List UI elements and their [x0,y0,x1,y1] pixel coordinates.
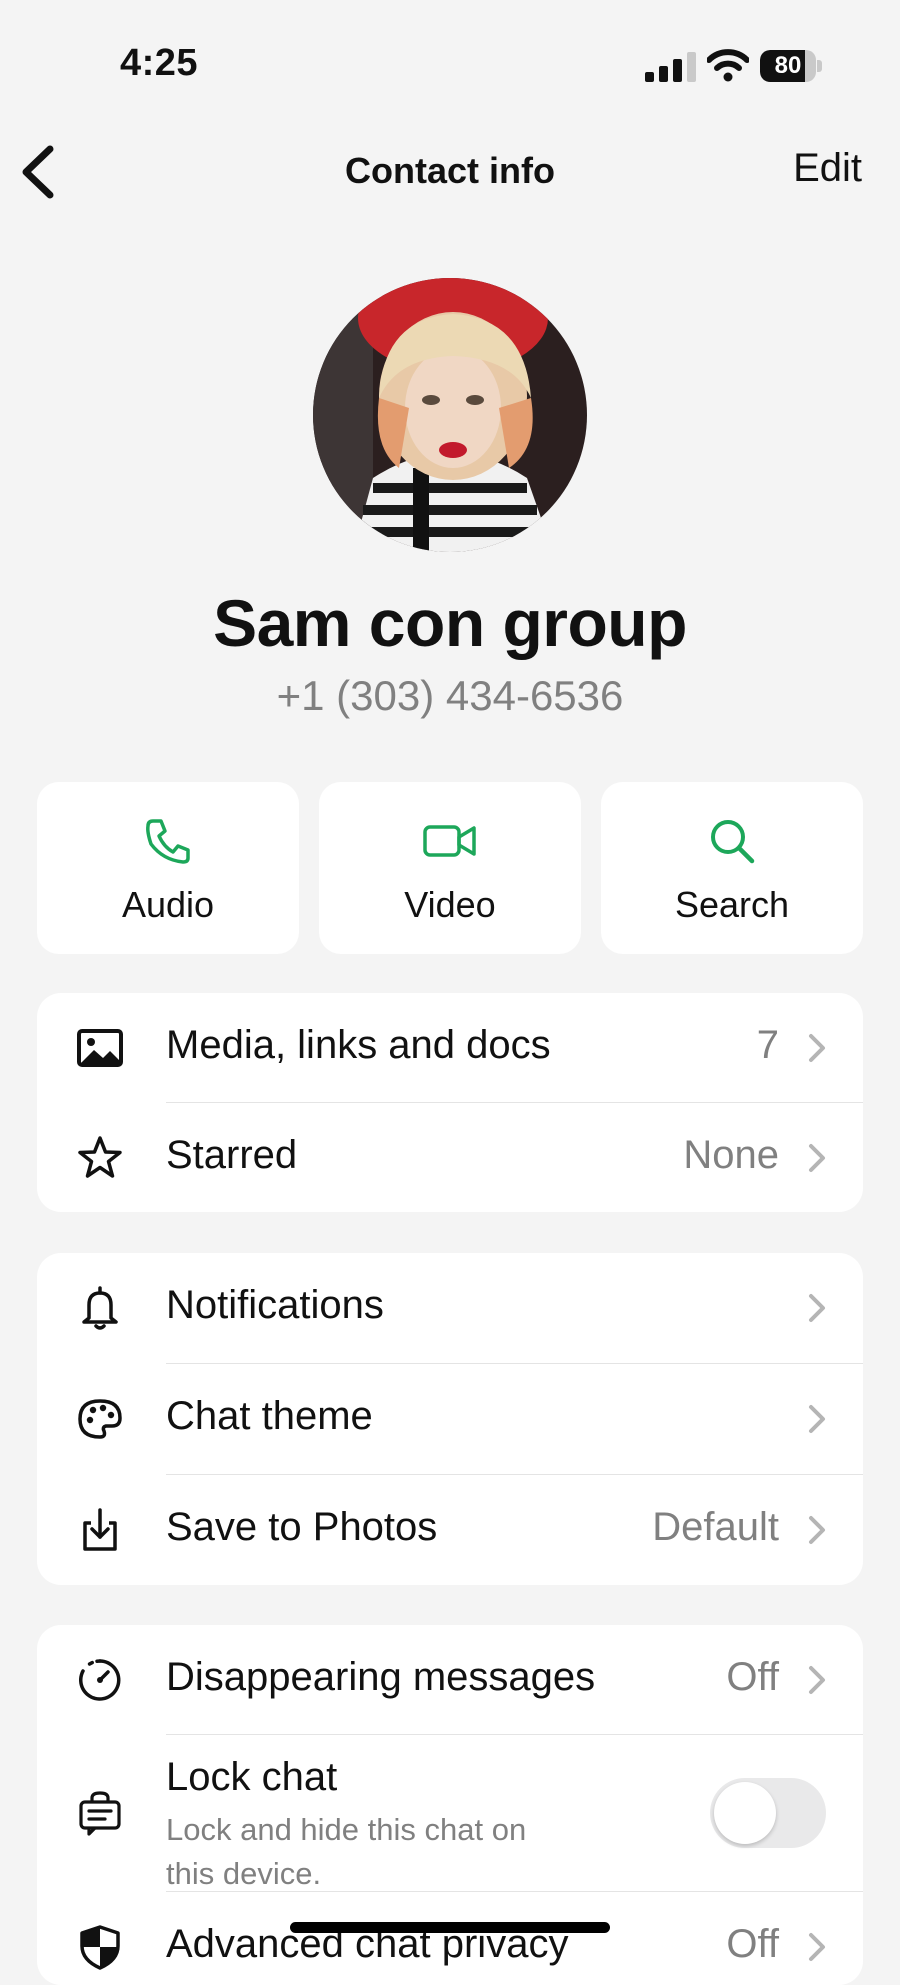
avatar[interactable] [313,278,587,552]
cellular-signal-icon [645,52,696,82]
battery-indicator: 80 [760,50,822,82]
home-indicator[interactable] [290,1922,610,1933]
video-icon [423,825,476,857]
media-card: Media, links and docs 7 Starred None [37,993,863,1212]
row-label: Notifications [166,1283,384,1327]
battery-percentage: 80 [774,52,802,79]
phone-icon [146,819,190,864]
chevron-right-icon [809,1034,825,1062]
row-value: Off [726,1922,779,1966]
palette-icon [78,1399,122,1439]
row-label: Disappearing messages [166,1655,596,1699]
lock-chat-icon [79,1791,121,1836]
row-label: Starred [166,1133,298,1177]
image-icon [77,1029,123,1067]
row-value: None [683,1133,779,1177]
chat-theme-row[interactable]: Chat theme [37,1364,863,1474]
settings-card: Notifications Chat theme Save to Photos … [37,1253,863,1585]
status-time: 4:25 [120,42,199,84]
star-icon [78,1136,122,1178]
starred-row[interactable]: Starred None [37,1103,863,1212]
disappearing-messages-row[interactable]: Disappearing messages Off [37,1625,863,1735]
video-label: Video [404,884,496,925]
row-label: Save to Photos [166,1505,438,1549]
audio-call-button[interactable]: Audio [37,782,299,954]
chevron-right-icon [809,1666,825,1694]
chevron-right-icon [809,1405,825,1433]
chevron-right-icon [809,1516,825,1544]
media-links-docs-row[interactable]: Media, links and docs 7 [37,993,863,1103]
timer-icon [79,1659,121,1701]
contact-name: Sam con group [213,586,687,660]
chevron-right-icon [809,1294,825,1322]
save-to-photos-row[interactable]: Save to Photos Default [37,1475,863,1585]
download-icon [83,1508,117,1551]
wifi-icon [707,49,749,82]
lock-chat-toggle[interactable] [710,1778,826,1848]
search-icon [711,820,755,864]
row-value: Default [652,1505,779,1549]
audio-label: Audio [121,884,215,925]
search-button[interactable]: Search [601,782,863,954]
contact-phone: +1 (303) 434-6536 [276,672,624,719]
page-title: Contact info [345,150,555,191]
row-label: Chat theme [166,1394,373,1438]
row-label: Media, links and docs [166,1023,551,1067]
notifications-row[interactable]: Notifications [37,1253,863,1363]
chevron-right-icon [809,1144,825,1172]
lock-chat-description-line: this device. [166,1856,322,1891]
shield-icon [80,1925,120,1970]
chevron-right-icon [809,1933,825,1961]
bell-icon [82,1286,118,1330]
lock-chat-row: Lock chat Lock and hide this chat on thi… [37,1735,863,1891]
search-label: Search [674,884,790,925]
row-value: Off [726,1655,779,1699]
lock-chat-description-line: Lock and hide this chat on [166,1812,527,1847]
lock-chat-label: Lock chat [166,1755,338,1799]
lock-chat-description: Lock and hide this chat on this device. [166,1808,526,1896]
row-value: 7 [756,1023,779,1067]
edit-button[interactable]: Edit [793,146,862,191]
advanced-chat-privacy-row[interactable]: Advanced chat privacy Off [37,1892,863,1985]
video-call-button[interactable]: Video [319,782,581,954]
